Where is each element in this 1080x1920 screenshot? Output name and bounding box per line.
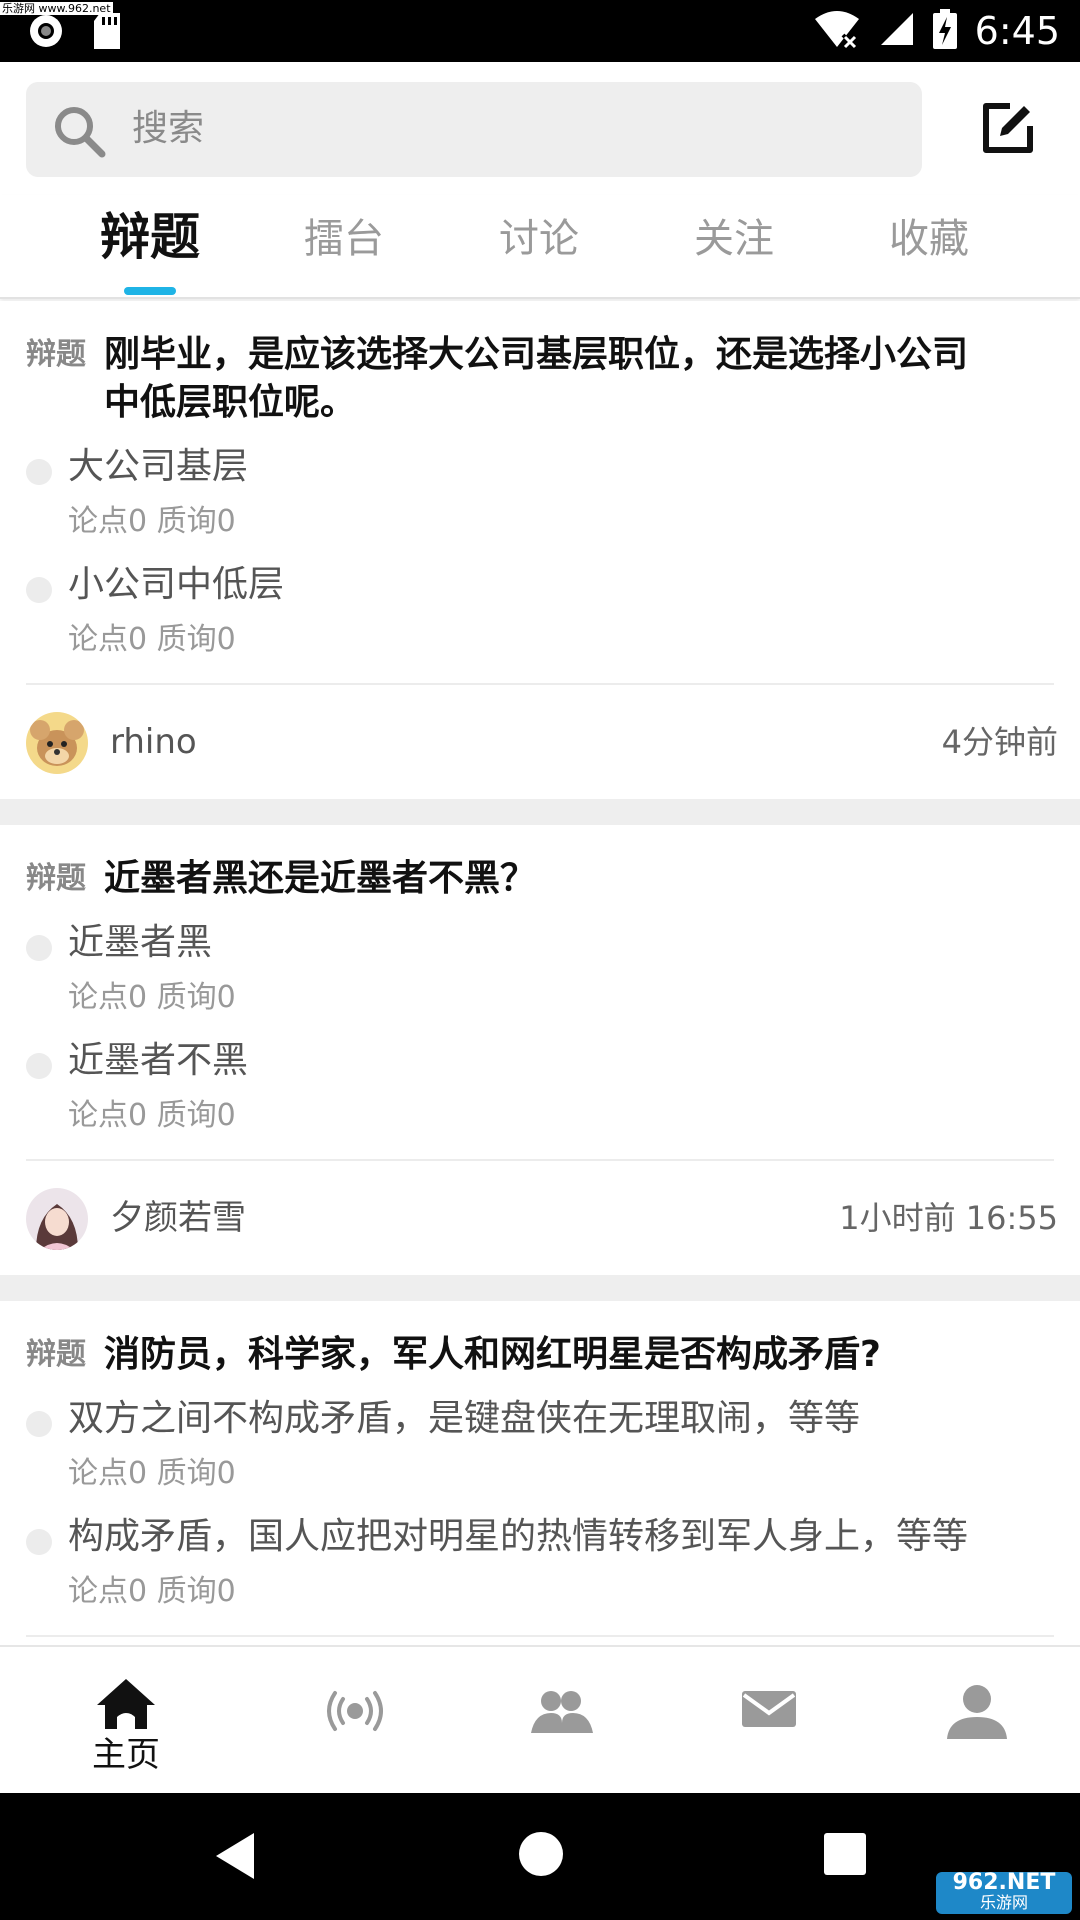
option-radio[interactable] bbox=[26, 935, 52, 961]
profile-icon bbox=[947, 1683, 1007, 1743]
debate-card[interactable]: 辩题 近墨者黑还是近墨者不黑？ 近墨者黑 论点0 质询0 近墨者不黑 论点0 质… bbox=[0, 825, 1080, 1275]
camera-icon bbox=[28, 13, 64, 53]
mail-icon bbox=[742, 1689, 796, 1733]
debate-title[interactable]: 近墨者黑还是近墨者不黑？ bbox=[104, 855, 984, 903]
divider bbox=[26, 1635, 1054, 1637]
user-name[interactable]: rhino bbox=[110, 717, 197, 767]
search-icon bbox=[52, 104, 108, 164]
tab-indicator bbox=[124, 287, 176, 295]
nav-groups[interactable] bbox=[454, 1647, 670, 1795]
option-radio[interactable] bbox=[26, 1411, 52, 1437]
debate-tag: 辩题 bbox=[26, 337, 86, 372]
tab-debate[interactable]: 辩题 bbox=[75, 209, 225, 265]
home-circle-icon[interactable] bbox=[518, 1831, 564, 1881]
debate-option[interactable]: 小公司中低层 论点0 质询0 bbox=[26, 557, 1054, 663]
debate-card[interactable]: 辩题 消防员，科学家，军人和网红明星是否构成矛盾? 双方之间不构成矛盾，是键盘侠… bbox=[0, 1301, 1080, 1637]
system-navigation-bar: 962.NET 乐游网 bbox=[0, 1793, 1080, 1920]
recents-icon[interactable] bbox=[824, 1833, 866, 1879]
tab-arena[interactable]: 擂台 bbox=[269, 211, 419, 267]
nav-broadcast[interactable] bbox=[247, 1647, 463, 1795]
tab-favorites[interactable]: 收藏 bbox=[854, 211, 1004, 267]
option-text: 构成矛盾，国人应把对明星的热情转移到军人身上，等等 bbox=[68, 1516, 969, 1557]
option-radio[interactable] bbox=[26, 1529, 52, 1555]
signal-icon bbox=[879, 11, 915, 51]
wifi-off-icon bbox=[813, 9, 861, 53]
bottom-nav: 主页 bbox=[0, 1645, 1080, 1793]
option-text: 大公司基层 bbox=[68, 446, 249, 487]
watermark-line2: 乐游网 bbox=[979, 1893, 1028, 1912]
option-stats: 论点0 质询0 bbox=[68, 504, 236, 539]
search-input[interactable]: 搜索 bbox=[26, 82, 922, 177]
nav-home[interactable]: 主页 bbox=[18, 1647, 234, 1795]
app-screen: 乐游网 www.962.net 6:45 搜索 辩题 擂台 讨论 关注 收藏 辩… bbox=[0, 0, 1080, 1920]
avatar[interactable] bbox=[26, 712, 88, 774]
card-footer: rhino 4分钟前 bbox=[0, 685, 1080, 799]
watermark-line1: 962.NET bbox=[952, 1870, 1056, 1895]
option-radio[interactable] bbox=[26, 1053, 52, 1079]
back-icon[interactable] bbox=[214, 1831, 258, 1885]
debate-title[interactable]: 消防员，科学家，军人和网红明星是否构成矛盾? bbox=[104, 1331, 984, 1379]
nav-profile[interactable] bbox=[869, 1647, 1080, 1795]
debate-tag: 辩题 bbox=[26, 861, 86, 896]
debate-title[interactable]: 刚毕业，是应该选择大公司基层职位，还是选择小公司中低层职位呢。 bbox=[104, 331, 984, 427]
card-gap bbox=[0, 1275, 1080, 1301]
option-stats: 论点0 质询0 bbox=[68, 1098, 236, 1133]
debate-option[interactable]: 构成矛盾，国人应把对明星的热情转移到军人身上，等等 论点0 质询0 bbox=[26, 1509, 1054, 1615]
option-radio[interactable] bbox=[26, 577, 52, 603]
status-bar: 乐游网 www.962.net 6:45 bbox=[0, 0, 1080, 62]
option-text: 近墨者黑 bbox=[68, 922, 213, 963]
sd-card-icon bbox=[92, 13, 122, 53]
post-time: 1小时前 16:55 bbox=[839, 1199, 1058, 1237]
tab-discussion[interactable]: 讨论 bbox=[464, 211, 614, 267]
search-header: 搜索 bbox=[0, 62, 1080, 182]
search-placeholder: 搜索 bbox=[132, 108, 205, 149]
avatar[interactable] bbox=[26, 1188, 88, 1250]
edit-icon[interactable] bbox=[980, 100, 1036, 160]
debate-tag: 辩题 bbox=[26, 1337, 86, 1372]
debate-card[interactable]: 辩题 刚毕业，是应该选择大公司基层职位，还是选择小公司中低层职位呢。 大公司基层… bbox=[0, 301, 1080, 799]
debate-feed: 辩题 刚毕业，是应该选择大公司基层职位，还是选择小公司中低层职位呢。 大公司基层… bbox=[0, 301, 1080, 1637]
option-radio[interactable] bbox=[26, 459, 52, 485]
tab-bar: 辩题 擂台 讨论 关注 收藏 bbox=[0, 195, 1080, 299]
tab-following[interactable]: 关注 bbox=[659, 211, 809, 267]
debate-option[interactable]: 双方之间不构成矛盾，是键盘侠在无理取闹，等等 论点0 质询0 bbox=[26, 1391, 1054, 1497]
option-stats: 论点0 质询0 bbox=[68, 980, 236, 1015]
group-icon bbox=[531, 1689, 593, 1737]
home-icon bbox=[95, 1677, 157, 1733]
option-text: 双方之间不构成矛盾，是键盘侠在无理取闹，等等 bbox=[68, 1398, 861, 1439]
nav-messages[interactable] bbox=[661, 1647, 877, 1795]
user-name[interactable]: 夕颜若雪 bbox=[110, 1193, 246, 1243]
option-stats: 论点0 质询0 bbox=[68, 1456, 236, 1491]
debate-option[interactable]: 近墨者黑 论点0 质询0 bbox=[26, 915, 1054, 1021]
watermark-logo: 962.NET 乐游网 bbox=[936, 1872, 1072, 1914]
broadcast-icon bbox=[325, 1689, 385, 1737]
debate-option[interactable]: 近墨者不黑 论点0 质询0 bbox=[26, 1033, 1054, 1139]
option-stats: 论点0 质询0 bbox=[68, 622, 236, 657]
battery-charging-icon bbox=[932, 9, 957, 53]
option-stats: 论点0 质询0 bbox=[68, 1574, 236, 1609]
option-text: 近墨者不黑 bbox=[68, 1040, 249, 1081]
post-time: 4分钟前 bbox=[941, 723, 1058, 761]
debate-option[interactable]: 大公司基层 论点0 质询0 bbox=[26, 439, 1054, 545]
option-text: 小公司中低层 bbox=[68, 564, 285, 605]
status-time: 6:45 bbox=[974, 9, 1060, 53]
card-footer: 夕颜若雪 1小时前 16:55 bbox=[0, 1161, 1080, 1275]
nav-home-label: 主页 bbox=[92, 1735, 160, 1775]
card-gap bbox=[0, 799, 1080, 825]
